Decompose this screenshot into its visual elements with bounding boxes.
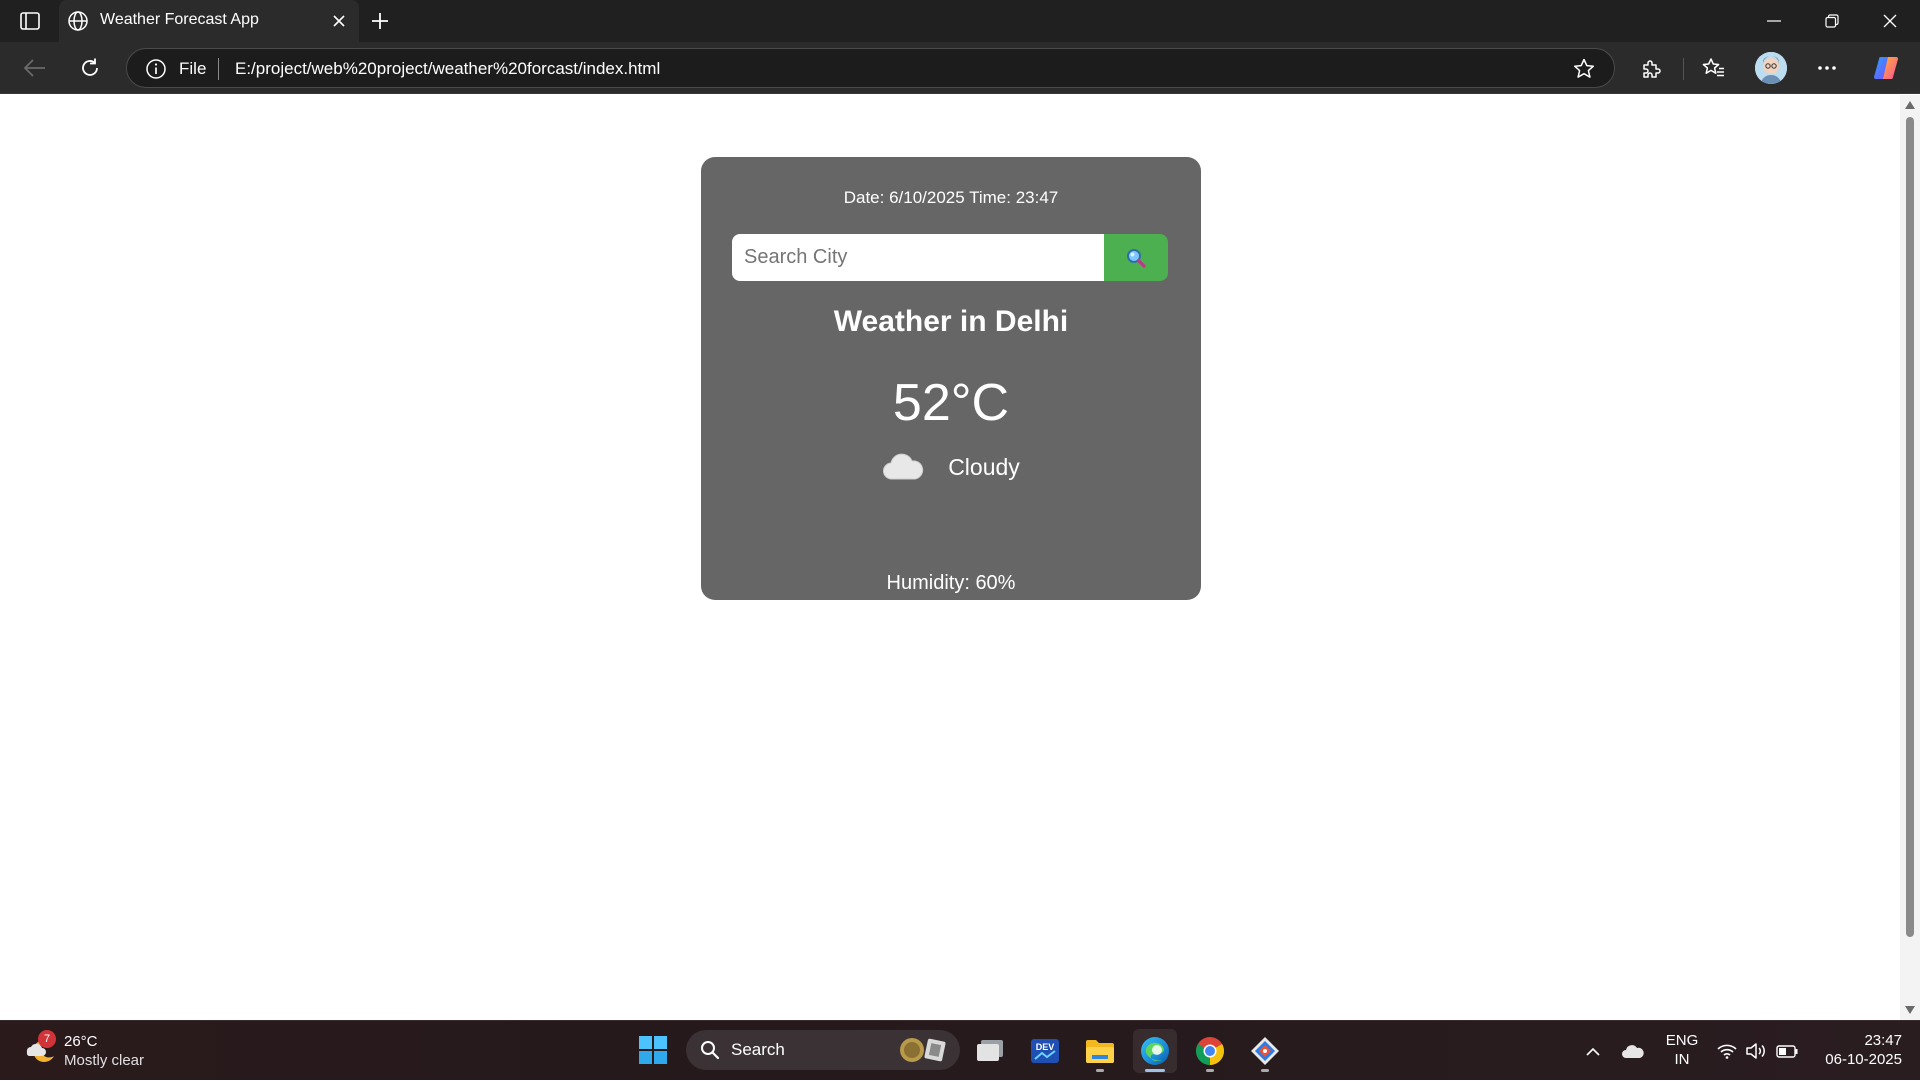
onedrive-cloud-icon[interactable] [1618,1021,1648,1081]
favorites-icon[interactable] [1695,50,1731,86]
copilot-icon[interactable] [1868,50,1904,86]
vertical-scrollbar[interactable] [1900,95,1920,1020]
svg-text:DEV: DEV [1036,1042,1055,1052]
tab-title[interactable]: Weather Forecast App [100,11,259,29]
tab-actions-icon[interactable] [18,10,42,32]
widget-temperature: 26°C [64,1033,98,1050]
taskbar-search[interactable]: Search [686,1030,960,1070]
widget-condition: Mostly clear [64,1052,145,1069]
wifi-icon[interactable] [1714,1021,1740,1081]
git-app-icon[interactable] [1243,1029,1287,1073]
profile-avatar[interactable] [1755,52,1787,84]
site-scheme-label[interactable]: File [179,59,206,79]
divider [1683,58,1684,80]
running-indicator [1206,1069,1214,1072]
info-icon[interactable] [145,58,167,80]
battery-icon[interactable] [1773,1021,1801,1081]
volume-icon[interactable] [1744,1021,1770,1081]
notification-badge: 7 [38,1030,56,1048]
region-code: IN [1674,1051,1690,1068]
scroll-up-arrow-icon[interactable] [1904,100,1916,110]
windows-taskbar: 7 26°C Mostly clear Search DEV ENG IN 23… [0,1020,1920,1080]
file-explorer-icon[interactable] [1078,1029,1122,1073]
search-icon [700,1040,720,1060]
windows-start-icon[interactable] [638,1035,668,1065]
weather-widget[interactable]: 7 26°C Mostly clear [20,1029,170,1073]
edge-browser-icon[interactable] [1133,1029,1177,1073]
divider [218,58,219,80]
weather-condition: Cloudy [948,453,1020,480]
magnifier-icon [1127,248,1146,268]
active-indicator [1145,1069,1165,1072]
more-icon[interactable] [1809,50,1845,86]
page-viewport: Date: 6/10/2025 Time: 23:47 Weather in D… [0,95,1900,1020]
humidity: Humidity: 60% [886,572,1016,594]
puzzle-icon[interactable] [1633,50,1669,86]
condition-row: Cloudy [701,447,1201,487]
chevron-up-icon[interactable] [1580,1021,1606,1081]
back-arrow-icon[interactable] [17,50,53,86]
chrome-icon[interactable] [1188,1029,1232,1073]
taskbar-search-label: Search [731,1040,785,1059]
browser-title-bar: Weather Forecast App [0,0,1920,42]
browser-toolbar: File E:/project/web%20project/weather%20… [0,42,1920,94]
dev-home-icon[interactable]: DEV [1023,1029,1067,1073]
search-city-input[interactable] [732,234,1104,281]
running-indicator [1096,1069,1104,1072]
globe-icon [67,10,89,32]
weather-card: Date: 6/10/2025 Time: 23:47 Weather in D… [701,157,1201,630]
search-highlight-icon [896,1036,952,1064]
scroll-down-arrow-icon[interactable] [1904,1005,1916,1015]
search-button[interactable] [1104,234,1168,281]
address-bar[interactable]: File E:/project/web%20project/weather%20… [126,48,1615,88]
close-window-icon[interactable] [1861,0,1919,42]
date-time: Date: 6/10/2025 Time: 23:47 [843,188,1059,207]
new-tab-icon[interactable] [368,9,392,33]
running-indicator [1261,1069,1269,1072]
reload-icon[interactable] [72,50,108,86]
wind-speed: Wind Speed: 6.2 km/h [852,608,1050,630]
input-language[interactable]: ENG IN [1664,1031,1700,1069]
clock-date: 06-10-2025 [1825,1051,1902,1068]
restore-icon[interactable] [1803,0,1861,42]
cloud-icon [882,451,924,483]
task-view-icon[interactable] [968,1029,1012,1073]
system-clock[interactable]: 23:47 06-10-2025 [1810,1031,1902,1069]
star-icon[interactable] [1572,57,1596,81]
minimize-icon[interactable] [1745,0,1803,42]
temperature: 52°C [892,374,1010,432]
language-code: ENG [1665,1032,1699,1049]
city-heading: Weather in Delhi [833,305,1069,338]
clock-time: 23:47 [1864,1032,1902,1049]
scrollbar-thumb[interactable] [1906,117,1914,937]
url-text[interactable]: E:/project/web%20project/weather%20forca… [235,59,660,79]
tab-close-icon[interactable] [328,10,350,32]
